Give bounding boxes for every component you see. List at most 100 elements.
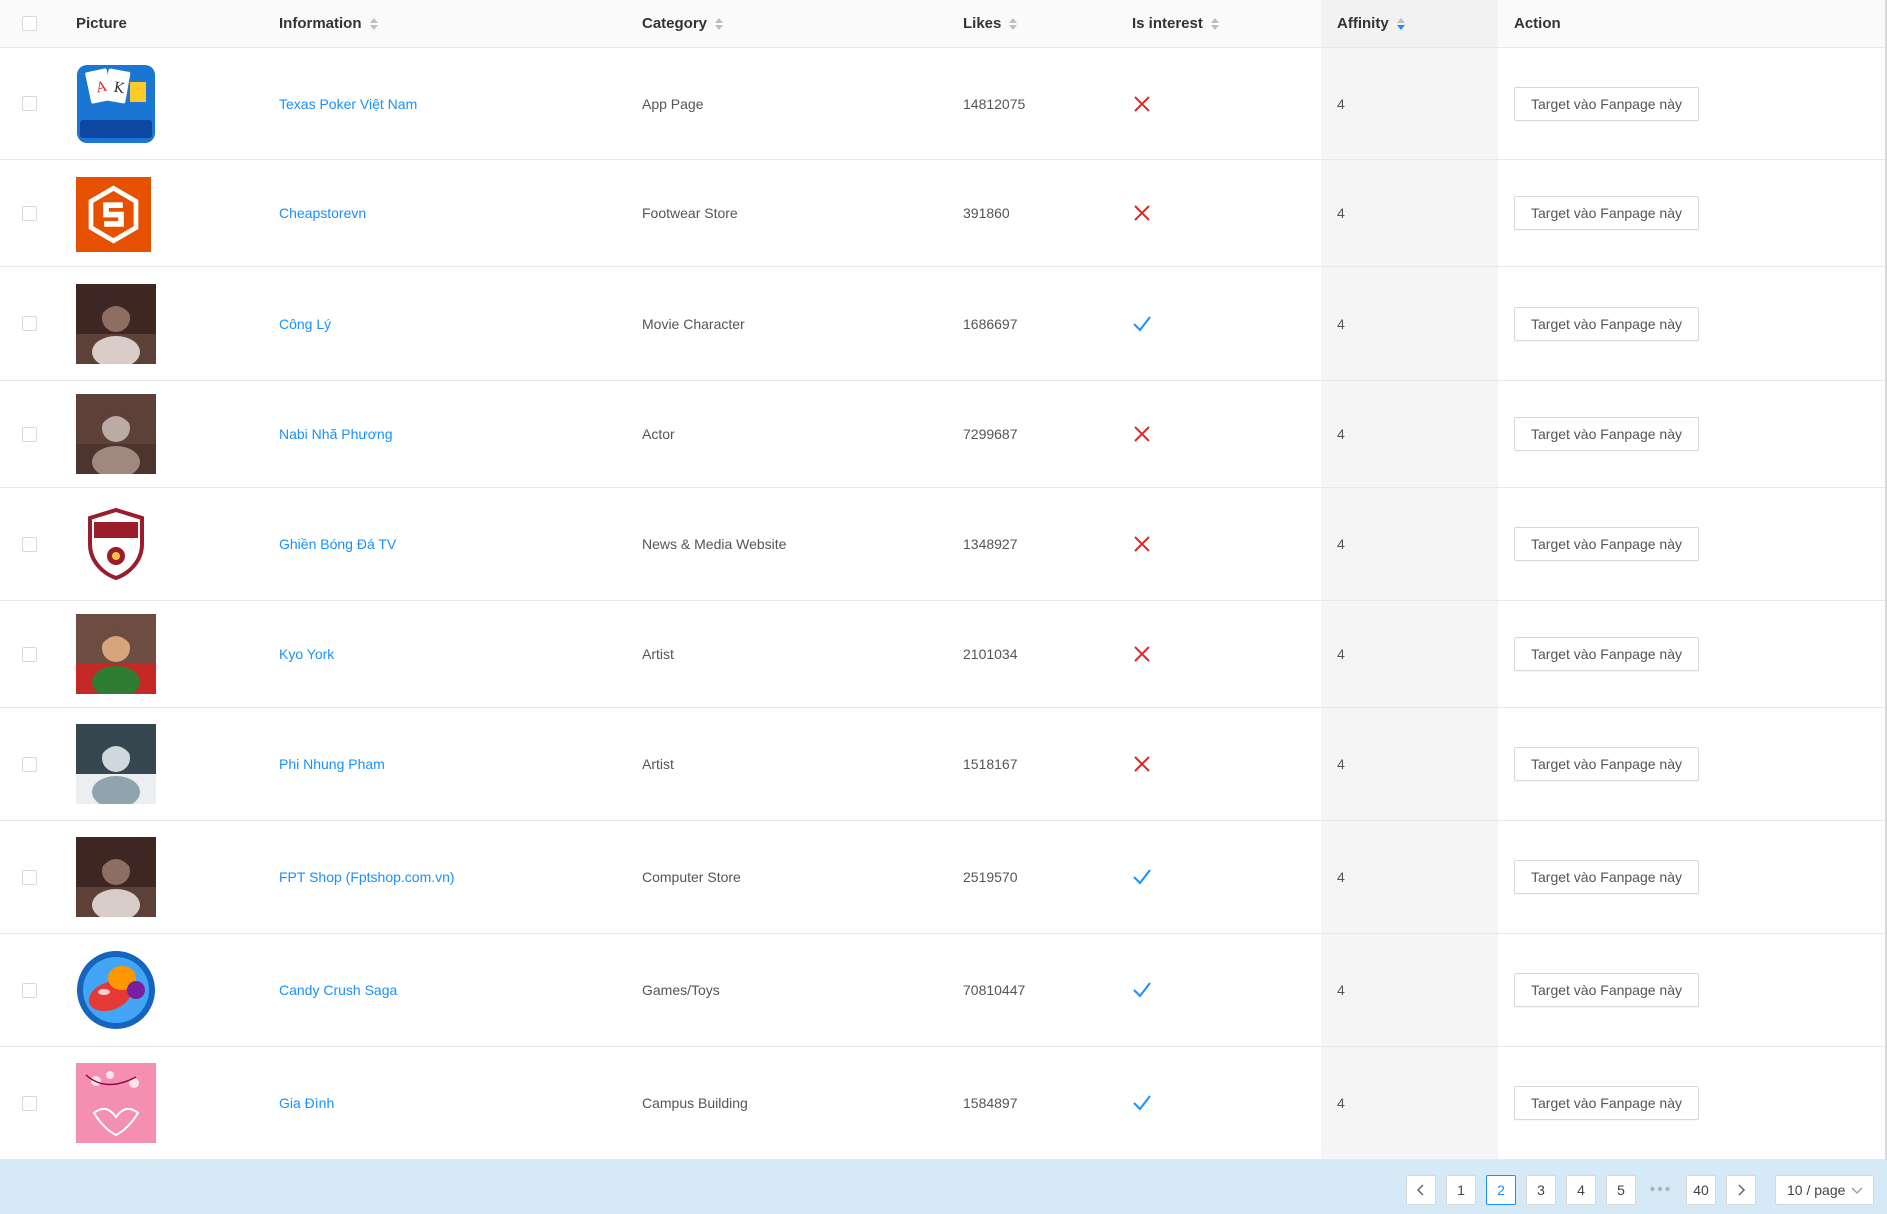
ellipsis-icon[interactable]: ••• xyxy=(1646,1175,1676,1205)
target-fanpage-button[interactable]: Target vào Fanpage này xyxy=(1514,527,1699,561)
likes-cell: 1348927 xyxy=(963,488,1123,600)
person-photo xyxy=(76,283,156,364)
sort-active-icon[interactable] xyxy=(1396,17,1405,30)
category-cell: Artist xyxy=(642,601,942,707)
category-cell: Footwear Store xyxy=(642,160,942,266)
page-picture xyxy=(76,381,176,487)
page-size-value: 10 / page xyxy=(1787,1182,1846,1198)
row-checkbox[interactable] xyxy=(22,1095,37,1111)
page-3-button[interactable]: 3 xyxy=(1526,1175,1556,1205)
category-value: Artist xyxy=(642,756,674,772)
row-checkbox[interactable] xyxy=(22,646,37,662)
page-last-button[interactable]: 40 xyxy=(1686,1175,1716,1205)
select-all-checkbox[interactable] xyxy=(22,16,37,31)
person-photo xyxy=(76,837,156,917)
header-information[interactable]: Information xyxy=(279,0,639,47)
row-checkbox[interactable] xyxy=(22,982,37,998)
page-name-link[interactable]: FPT Shop (Fptshop.com.vn) xyxy=(279,869,455,885)
page-name-link[interactable]: Kyo York xyxy=(279,646,334,662)
row-checkbox[interactable] xyxy=(22,536,37,552)
affinity-value: 4 xyxy=(1337,426,1345,442)
page-name-link[interactable]: Candy Crush Saga xyxy=(279,982,397,998)
information-cell: Công Lý xyxy=(279,267,639,380)
page-name-link[interactable]: Phi Nhung Pham xyxy=(279,756,385,772)
table-row: Ghiền Bóng Đá TV News & Media Website 1348… xyxy=(0,488,1885,601)
sort-icon[interactable] xyxy=(1009,17,1018,30)
orange-s-logo xyxy=(76,175,151,252)
affinity-value: 4 xyxy=(1337,756,1345,772)
cross-icon xyxy=(1133,204,1151,222)
target-fanpage-button[interactable]: Target vào Fanpage này xyxy=(1514,973,1699,1007)
row-checkbox[interactable] xyxy=(22,756,37,772)
category-cell: Computer Store xyxy=(642,821,942,933)
affinity-cell: 4 xyxy=(1337,48,1487,159)
target-fanpage-button[interactable]: Target vào Fanpage này xyxy=(1514,1086,1699,1120)
target-fanpage-button[interactable]: Target vào Fanpage này xyxy=(1514,860,1699,894)
header-likes-label: Likes xyxy=(963,15,1002,32)
category-value: Artist xyxy=(642,646,674,662)
table-row: Candy Crush Saga Games/Toys 70810447 4 Targe… xyxy=(0,934,1885,1047)
category-cell: Movie Character xyxy=(642,267,942,380)
likes-value: 70810447 xyxy=(963,982,1026,998)
page-name-link[interactable]: Nabi Nhã Phương xyxy=(279,426,393,442)
likes-cell: 2519570 xyxy=(963,821,1123,933)
likes-cell: 7299687 xyxy=(963,381,1123,487)
header-category[interactable]: Category xyxy=(642,0,942,47)
person-photo xyxy=(76,724,156,804)
page-4-button[interactable]: 4 xyxy=(1566,1175,1596,1205)
category-cell: News & Media Website xyxy=(642,488,942,600)
sort-icon[interactable] xyxy=(1210,17,1219,30)
likes-cell: 391860 xyxy=(963,160,1123,266)
affinity-cell: 4 xyxy=(1337,821,1487,933)
row-checkbox-cell xyxy=(22,488,40,600)
information-cell: Texas Poker Việt Nam xyxy=(279,48,639,159)
page-name-link[interactable]: Gia Đình xyxy=(279,1095,334,1111)
category-value: App Page xyxy=(642,95,704,112)
table-row: Kyo York Artist 2101034 4 Target vào Fanpage… xyxy=(0,601,1885,708)
header-action: Action xyxy=(1514,0,1814,47)
likes-cell: 14812075 xyxy=(963,48,1123,159)
likes-cell: 1584897 xyxy=(963,1047,1123,1159)
target-fanpage-button[interactable]: Target vào Fanpage này xyxy=(1514,747,1699,781)
is-interest-cell xyxy=(1132,934,1302,1046)
page-5-button[interactable]: 5 xyxy=(1606,1175,1636,1205)
page-1-button[interactable]: 1 xyxy=(1446,1175,1476,1205)
cross-icon xyxy=(1133,535,1151,553)
row-checkbox[interactable] xyxy=(22,869,37,885)
page-name-link[interactable]: Công Lý xyxy=(279,316,331,332)
header-category-label: Category xyxy=(642,15,708,32)
row-checkbox[interactable] xyxy=(22,205,37,221)
row-checkbox[interactable] xyxy=(22,426,37,442)
affinity-value: 4 xyxy=(1337,646,1345,662)
header-action-label: Action xyxy=(1514,15,1561,32)
target-fanpage-button[interactable]: Target vào Fanpage này xyxy=(1514,637,1699,671)
next-page-button[interactable] xyxy=(1726,1175,1756,1205)
target-fanpage-button[interactable]: Target vào Fanpage này xyxy=(1514,86,1699,121)
header-likes[interactable]: Likes xyxy=(963,0,1123,47)
category-value: Computer Store xyxy=(642,869,741,885)
target-fanpage-button[interactable]: Target vào Fanpage này xyxy=(1514,306,1699,341)
likes-value: 1518167 xyxy=(963,756,1018,772)
likes-value: 1348927 xyxy=(963,536,1018,552)
row-checkbox-cell xyxy=(22,601,40,707)
is-interest-cell xyxy=(1132,48,1302,159)
header-affinity[interactable]: Affinity xyxy=(1337,0,1487,47)
page-size-select[interactable]: 10 / page xyxy=(1775,1175,1874,1205)
page-2-button[interactable]: 2 xyxy=(1486,1175,1516,1205)
row-checkbox[interactable] xyxy=(22,316,37,331)
page-name-link[interactable]: Texas Poker Việt Nam xyxy=(279,96,417,112)
target-fanpage-button[interactable]: Target vào Fanpage này xyxy=(1514,196,1699,230)
sort-icon[interactable] xyxy=(715,17,724,30)
prev-page-button[interactable] xyxy=(1406,1175,1436,1205)
row-checkbox[interactable] xyxy=(22,96,37,111)
target-fanpage-button[interactable]: Target vào Fanpage này xyxy=(1514,417,1699,451)
page-name-link[interactable]: Ghiền Bóng Đá TV xyxy=(279,536,396,552)
page-picture xyxy=(76,708,176,820)
person-photo xyxy=(76,614,156,694)
header-information-label: Information xyxy=(279,15,362,32)
page-name-link[interactable]: Cheapstorevn xyxy=(279,205,366,221)
sort-icon[interactable] xyxy=(369,17,378,30)
is-interest-cell xyxy=(1132,821,1302,933)
header-is-interest[interactable]: Is interest xyxy=(1132,0,1302,47)
chevron-down-icon xyxy=(1851,1187,1863,1194)
